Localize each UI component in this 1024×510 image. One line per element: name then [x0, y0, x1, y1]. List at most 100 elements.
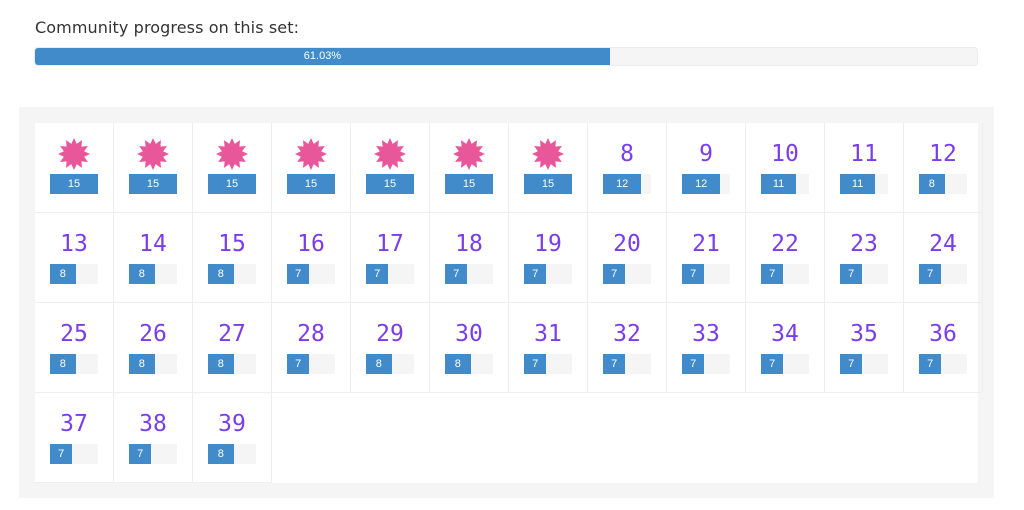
solve-count-value: 7	[58, 448, 65, 460]
puzzle-cell[interactable]: 15	[430, 123, 509, 213]
solve-count-bar: 8	[129, 264, 177, 284]
puzzle-cell[interactable]: 37 7	[35, 393, 114, 483]
solve-count-fill: 7	[287, 264, 310, 284]
puzzle-cell[interactable]: 39 8	[193, 393, 272, 483]
puzzle-cell[interactable]: 15	[193, 123, 272, 213]
puzzle-cell[interactable]: 9 12	[667, 123, 746, 213]
solve-count-value: 8	[217, 268, 224, 280]
solve-count-fill: 15	[524, 174, 572, 194]
completed-star-icon	[532, 138, 564, 170]
solve-count-fill: 7	[524, 264, 547, 284]
puzzle-cell[interactable]: 15	[272, 123, 351, 213]
puzzle-number: 20	[613, 231, 641, 257]
puzzle-cell[interactable]: 22 7	[746, 213, 825, 303]
solve-count-fill: 7	[603, 264, 626, 284]
puzzle-cell[interactable]: 19 7	[509, 213, 588, 303]
community-progress-label: Community progress on this set:	[35, 18, 300, 37]
puzzle-number: 37	[60, 411, 88, 437]
puzzle-cell[interactable]: 21 7	[667, 213, 746, 303]
solve-count-fill: 7	[287, 354, 310, 374]
puzzle-cell[interactable]: 34 7	[746, 303, 825, 393]
solve-count-value: 15	[67, 178, 81, 190]
puzzle-number: 26	[139, 321, 167, 347]
community-progress-fill: 61.03%	[35, 48, 610, 65]
puzzle-cell[interactable]: 25 8	[35, 303, 114, 393]
solve-count-fill: 15	[287, 174, 335, 194]
solve-count-value: 15	[304, 178, 318, 190]
puzzle-number: 11	[850, 141, 878, 167]
puzzle-cell[interactable]: 36 7	[904, 303, 983, 393]
solve-count-fill: 8	[208, 354, 234, 374]
puzzle-cell[interactable]: 28 7	[272, 303, 351, 393]
puzzle-cell[interactable]: 15	[114, 123, 193, 213]
solve-count-value: 8	[59, 268, 66, 280]
solve-count-fill: 15	[445, 174, 493, 194]
puzzle-cell[interactable]: 29 8	[351, 303, 430, 393]
puzzle-cell[interactable]: 12 8	[904, 123, 983, 213]
puzzle-number: 30	[455, 321, 483, 347]
puzzle-number: 9	[699, 141, 713, 167]
solve-count-value: 15	[541, 178, 555, 190]
puzzle-cell[interactable]: 31 7	[509, 303, 588, 393]
puzzle-cell[interactable]: 38 7	[114, 393, 193, 483]
puzzle-cell[interactable]: 15	[509, 123, 588, 213]
solve-count-value: 7	[690, 268, 697, 280]
puzzle-cell[interactable]: 8 12	[588, 123, 667, 213]
puzzle-number: 14	[139, 231, 167, 257]
puzzle-number: 31	[534, 321, 562, 347]
puzzle-cell[interactable]: 18 7	[430, 213, 509, 303]
puzzle-cell[interactable]: 15	[35, 123, 114, 213]
solve-count-value: 7	[532, 268, 539, 280]
puzzle-number: 36	[929, 321, 957, 347]
puzzle-cell[interactable]: 26 8	[114, 303, 193, 393]
solve-count-bar: 7	[129, 444, 177, 464]
puzzle-number: 27	[218, 321, 246, 347]
solve-count-value: 15	[225, 178, 239, 190]
solve-count-value: 8	[217, 448, 224, 460]
solve-count-bar: 15	[366, 174, 414, 194]
puzzle-cell[interactable]: 15	[351, 123, 430, 213]
puzzle-cell[interactable]: 27 8	[193, 303, 272, 393]
solve-count-bar: 11	[840, 174, 888, 194]
puzzle-number: 17	[376, 231, 404, 257]
solve-count-value: 12	[695, 178, 708, 190]
puzzle-cell[interactable]: 15 8	[193, 213, 272, 303]
solve-count-fill: 7	[919, 354, 942, 374]
puzzle-cell[interactable]: 16 7	[272, 213, 351, 303]
solve-count-fill: 7	[445, 264, 468, 284]
solve-count-fill: 7	[761, 354, 784, 374]
puzzle-number: 23	[850, 231, 878, 257]
puzzle-cell[interactable]: 14 8	[114, 213, 193, 303]
completed-star-icon	[137, 138, 169, 170]
puzzle-cell[interactable]: 20 7	[588, 213, 667, 303]
puzzle-cell[interactable]: 17 7	[351, 213, 430, 303]
puzzle-cell[interactable]: 13 8	[35, 213, 114, 303]
solve-count-bar: 12	[603, 174, 651, 194]
puzzle-number: 33	[692, 321, 720, 347]
puzzle-cell[interactable]: 32 7	[588, 303, 667, 393]
puzzle-cell[interactable]: 33 7	[667, 303, 746, 393]
puzzle-cell[interactable]: 30 8	[430, 303, 509, 393]
completed-star-icon	[295, 138, 327, 170]
puzzle-cell[interactable]: 11 11	[825, 123, 904, 213]
solve-count-value: 8	[59, 358, 66, 370]
solve-count-fill: 7	[50, 444, 73, 464]
completed-star-icon	[216, 138, 248, 170]
solve-count-fill: 15	[129, 174, 177, 194]
solve-count-value: 15	[462, 178, 476, 190]
puzzle-cell[interactable]: 23 7	[825, 213, 904, 303]
puzzle-cell[interactable]: 10 11	[746, 123, 825, 213]
puzzle-cell[interactable]: 35 7	[825, 303, 904, 393]
solve-count-value: 7	[690, 358, 697, 370]
solve-count-value: 7	[453, 268, 460, 280]
solve-count-bar: 7	[603, 264, 651, 284]
solve-count-bar: 7	[840, 354, 888, 374]
solve-count-fill: 8	[366, 354, 392, 374]
solve-count-value: 7	[769, 268, 776, 280]
solve-count-fill: 7	[129, 444, 152, 464]
puzzle-cell[interactable]: 24 7	[904, 213, 983, 303]
solve-count-fill: 8	[50, 264, 76, 284]
puzzle-number: 34	[771, 321, 799, 347]
solve-count-bar: 8	[208, 264, 256, 284]
puzzle-number: 21	[692, 231, 720, 257]
